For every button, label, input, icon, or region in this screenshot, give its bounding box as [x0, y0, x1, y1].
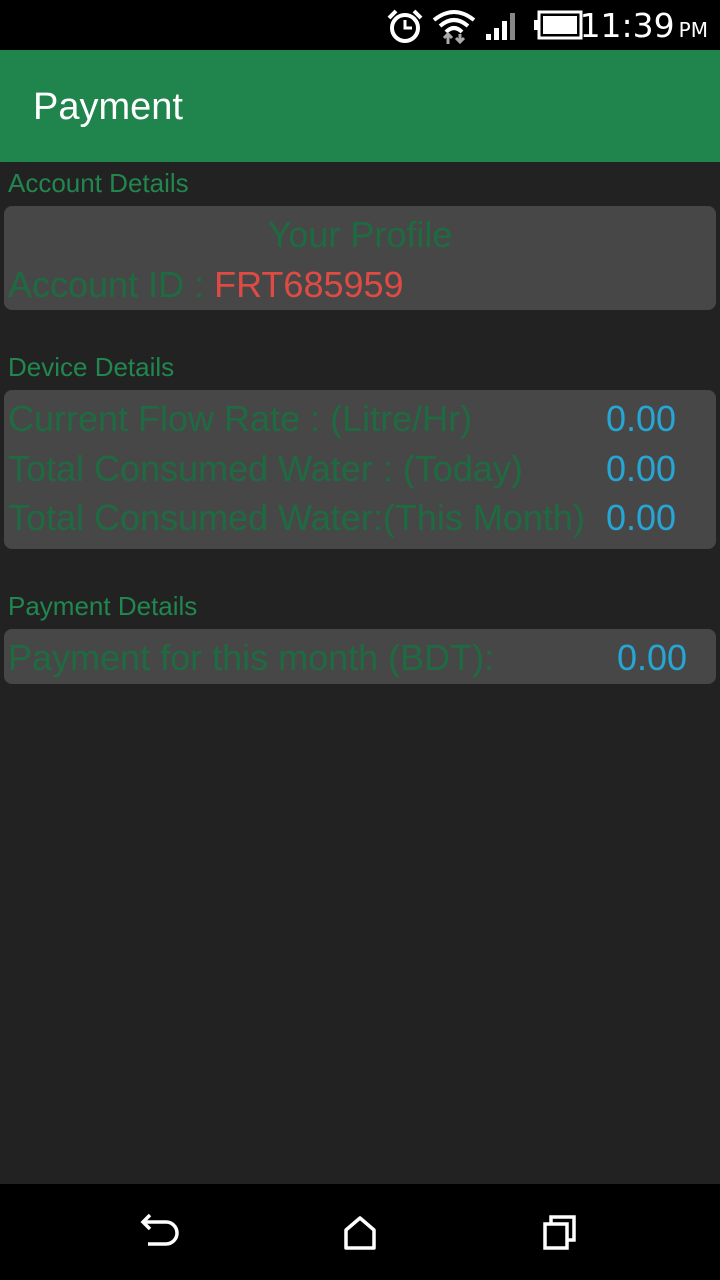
- account-id-label: Account ID :: [8, 264, 215, 305]
- flow-rate-value: 0.00: [606, 398, 677, 439]
- payment-card: Payment for this month (BDT): 0.00: [4, 629, 716, 684]
- battery-icon: [534, 10, 583, 40]
- status-time: 11:39 PM: [579, 6, 708, 45]
- account-details-label: Account Details: [8, 168, 189, 198]
- navigation-bar: [0, 1184, 720, 1280]
- consumed-today-label: Total Consumed Water : (Today): [8, 448, 523, 489]
- app-bar: Payment: [0, 50, 720, 162]
- wifi-icon: [432, 10, 476, 45]
- account-id-value: FRT685959: [214, 264, 404, 305]
- account-id-row: Account ID : FRT685959: [8, 264, 404, 306]
- signal-icon: [486, 13, 515, 40]
- page-title: Payment: [33, 86, 183, 128]
- recents-icon[interactable]: [538, 1212, 582, 1252]
- profile-title: Your Profile: [267, 214, 453, 255]
- status-bar: 11:39 PM: [0, 0, 720, 50]
- consumed-month-label: Total Consumed Water:(This Month): [8, 497, 585, 538]
- payment-details-label: Payment Details: [8, 591, 198, 621]
- payment-month-value: 0.00: [617, 637, 688, 678]
- consumed-month-value: 0.00: [606, 497, 677, 538]
- alarm-icon: [387, 9, 423, 43]
- device-card: Current Flow Rate : (Litre/Hr) 0.00 Tota…: [4, 390, 716, 549]
- flow-rate-label: Current Flow Rate : (Litre/Hr): [8, 398, 473, 439]
- home-icon[interactable]: [338, 1212, 382, 1252]
- payment-month-label: Payment for this month (BDT):: [8, 637, 495, 678]
- back-icon[interactable]: [138, 1212, 182, 1252]
- consumed-today-value: 0.00: [606, 448, 677, 489]
- device-details-label: Device Details: [8, 352, 175, 382]
- account-card: Your Profile Account ID : FRT685959: [4, 206, 716, 310]
